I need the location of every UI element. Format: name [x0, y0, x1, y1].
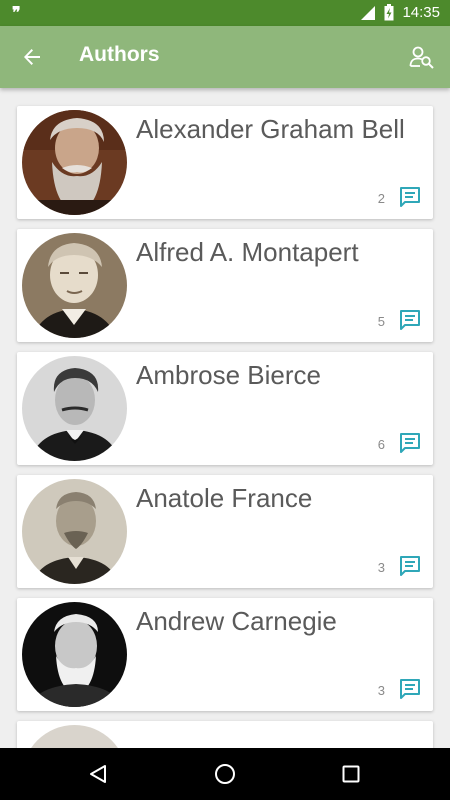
circle-home-icon — [215, 764, 235, 784]
page-title: Authors — [79, 43, 160, 66]
author-portrait — [22, 479, 127, 584]
square-recents-icon — [342, 765, 360, 783]
author-name: Ambrose Bierce — [136, 360, 321, 390]
author-portrait — [22, 602, 127, 707]
nav-recents-button[interactable] — [334, 758, 368, 790]
quote-count: 5 — [377, 314, 385, 329]
author-card-partial[interactable] — [17, 721, 433, 748]
author-card[interactable]: Andrew Carnegie 3 — [17, 598, 433, 711]
quote-comment-icon — [400, 433, 420, 453]
status-bar: ❞ 14:35 — [0, 0, 450, 26]
app-bar: Authors — [0, 26, 450, 88]
status-icons: 14:35 — [360, 4, 440, 21]
quotes-button[interactable] — [397, 676, 423, 702]
quotes-button[interactable] — [397, 307, 423, 333]
status-time: 14:35 — [402, 4, 440, 21]
author-card[interactable]: Alfred A. Montapert 5 — [17, 229, 433, 342]
author-portrait — [22, 110, 127, 215]
back-button[interactable] — [12, 37, 52, 77]
authors-list[interactable]: Alexander Graham Bell 2 Alfred A. Montap… — [0, 88, 450, 748]
quotes-button[interactable] — [397, 430, 423, 456]
quote-comment-icon — [400, 187, 420, 207]
author-name: Anatole France — [136, 483, 313, 513]
quote-count: 6 — [377, 437, 385, 452]
quotes-button[interactable] — [397, 184, 423, 210]
quote-count: 3 — [377, 560, 385, 575]
battery-charging-icon — [384, 4, 394, 21]
author-name: Andrew Carnegie — [136, 606, 337, 636]
quote-comment-icon — [400, 679, 420, 699]
system-nav-bar — [0, 748, 450, 800]
author-portrait — [22, 356, 127, 461]
quote-count: 3 — [377, 683, 385, 698]
author-card[interactable]: Alexander Graham Bell 2 — [17, 106, 433, 219]
person-search-icon — [409, 46, 434, 69]
nav-home-button[interactable] — [208, 758, 242, 790]
author-card[interactable]: Anatole France 3 — [17, 475, 433, 588]
app-notification-icon: ❞ — [12, 3, 21, 22]
triangle-back-icon — [90, 765, 106, 783]
arrow-left-icon — [24, 49, 40, 65]
search-authors-button[interactable] — [402, 37, 442, 77]
nav-back-button[interactable] — [81, 758, 115, 790]
signal-icon — [361, 5, 376, 20]
quote-comment-icon — [400, 556, 420, 576]
author-portrait — [22, 233, 127, 338]
quote-count: 2 — [377, 191, 385, 206]
author-name: Alfred A. Montapert — [136, 237, 359, 267]
author-name: Alexander Graham Bell — [136, 114, 405, 144]
quotes-button[interactable] — [397, 553, 423, 579]
author-portrait — [22, 725, 127, 748]
author-card[interactable]: Ambrose Bierce 6 — [17, 352, 433, 465]
quote-comment-icon — [400, 310, 420, 330]
